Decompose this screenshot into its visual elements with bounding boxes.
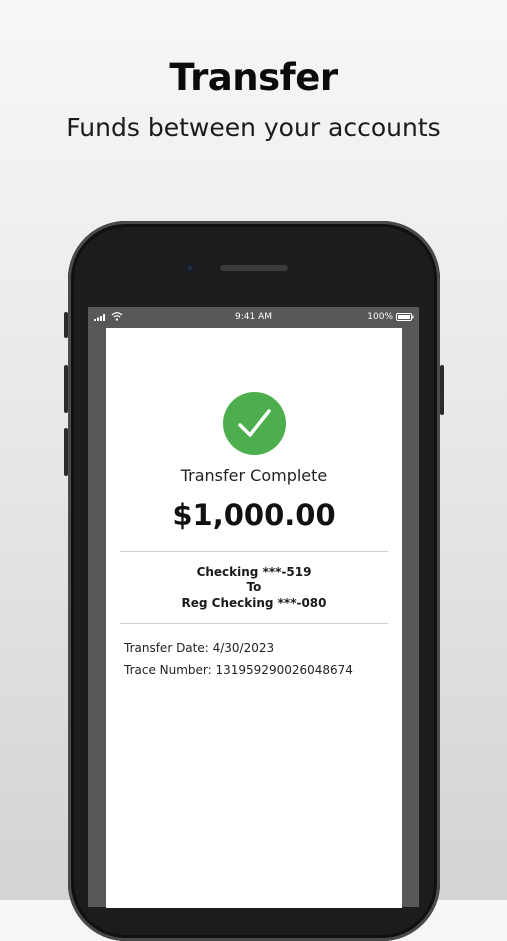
front-camera — [186, 264, 194, 272]
divider — [120, 623, 388, 624]
checkmark-icon — [238, 409, 271, 437]
to-account: Reg Checking ***-080 — [181, 596, 327, 610]
success-badge — [223, 392, 286, 455]
status-bar: 9:41 AM 100% — [88, 307, 419, 327]
transfer-date: Transfer Date: 4/30/2023 — [124, 641, 275, 655]
phone-power-button — [440, 365, 444, 415]
battery-percentage: 100% — [367, 312, 393, 322]
battery-icon — [396, 313, 414, 321]
trace-number: Trace Number: 131959290026048674 — [124, 663, 353, 677]
transfer-amount: $1,000.00 — [172, 498, 336, 532]
to-label: To — [246, 580, 262, 594]
from-account: Checking ***-519 — [196, 565, 312, 579]
divider — [120, 551, 388, 552]
promo-subtitle: Funds between your accounts — [66, 113, 441, 142]
earpiece-speaker — [220, 265, 288, 271]
transfer-confirmation-screen: Transfer Complete $1,000.00 Checking ***… — [106, 328, 402, 908]
transfer-complete-title: Transfer Complete — [180, 466, 328, 485]
promo-title: Transfer — [169, 56, 338, 99]
